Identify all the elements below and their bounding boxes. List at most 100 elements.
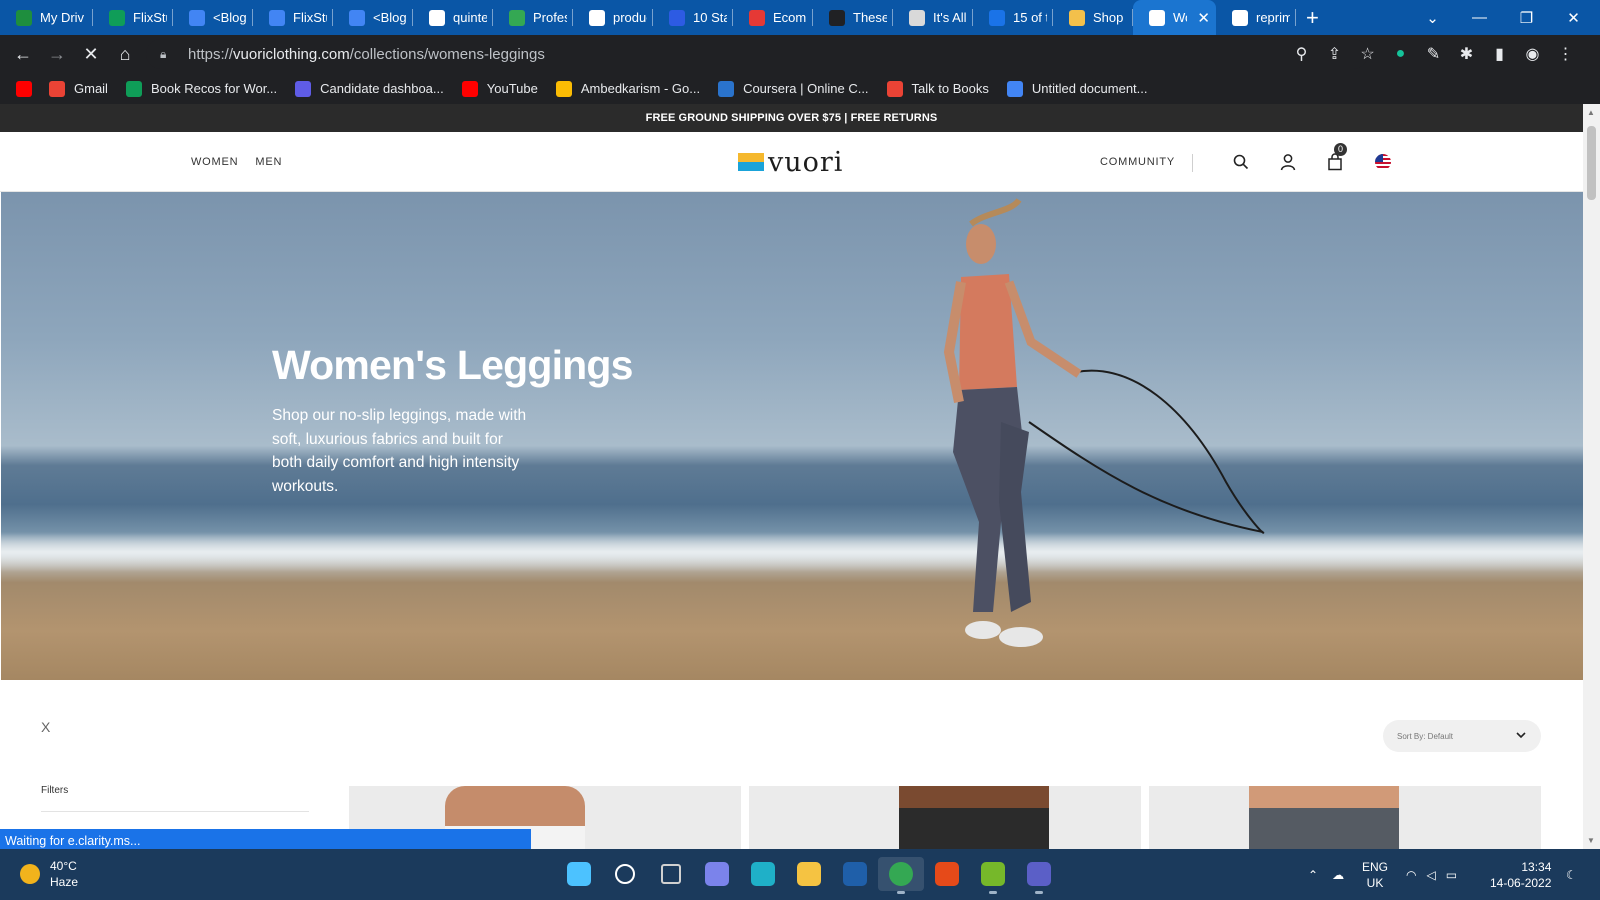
scroll-down-icon[interactable]: ▼ <box>1587 836 1595 845</box>
tab-title: FlixStuc <box>133 10 167 25</box>
browser-tab[interactable]: <Blog> <box>173 0 253 35</box>
page-scrollbar[interactable]: ▲ ▼ <box>1583 104 1600 849</box>
browser-tab[interactable]: It's All <box>893 0 973 35</box>
notifications-icon[interactable]: ☾ <box>1566 849 1577 900</box>
search-icon[interactable] <box>1231 152 1251 172</box>
account-icon[interactable] <box>1278 152 1298 172</box>
taskbar-app[interactable] <box>648 857 694 891</box>
taskbar-app[interactable] <box>1016 857 1062 894</box>
new-tab-button[interactable]: + <box>1306 5 1319 31</box>
page-title: Women's Leggings <box>272 342 633 388</box>
product-card[interactable] <box>1149 786 1541 849</box>
bookmark-item[interactable]: YouTube <box>461 80 538 97</box>
home-button[interactable]: ⌂ <box>108 44 142 65</box>
pen-extension-icon[interactable]: ✎ <box>1417 44 1450 64</box>
input-language[interactable]: ENG UK <box>1362 859 1388 891</box>
volume-icon[interactable]: ◁ <box>1426 868 1435 882</box>
browser-tab[interactable]: Shop V <box>1053 0 1133 35</box>
bookmark-item[interactable]: Talk to Books <box>886 80 989 97</box>
browser-tab[interactable]: Wo ✕ <box>1133 0 1216 35</box>
google-drive-icon <box>16 9 32 26</box>
taskbar-app[interactable] <box>694 857 740 891</box>
browser-tab[interactable]: produc <box>573 0 653 35</box>
bookmark-item[interactable]: Coursera | Online C... <box>718 80 869 97</box>
taskbar-app[interactable] <box>878 857 924 894</box>
bookmark-label: Candidate dashboa... <box>320 81 444 96</box>
site-header: WOMEN MEN vuori COMMUNITY 0 <box>0 132 1583 192</box>
zoom-icon[interactable]: ⚲ <box>1285 44 1318 64</box>
bookmark-star-icon[interactable]: ☆ <box>1351 44 1384 64</box>
taskbar-app[interactable] <box>602 857 648 891</box>
taskbar-app[interactable] <box>740 857 786 891</box>
restore-button[interactable]: ❐ <box>1503 9 1550 27</box>
browser-tab[interactable]: My Driv <box>0 0 93 35</box>
tab-title: FlixStuc <box>293 10 327 25</box>
search-icon <box>615 864 635 884</box>
tab-title: These <box>853 10 887 25</box>
bookmark-item[interactable] <box>16 80 41 97</box>
browser-tab[interactable]: 10 Stati <box>653 0 733 35</box>
logo-mark-icon <box>738 153 764 171</box>
taskbar-app[interactable] <box>924 857 970 891</box>
address-bar[interactable]: 🔒︎ https://vuoriclothing.com/collections… <box>146 39 1368 69</box>
sort-dropdown[interactable]: Sort By: Default <box>1383 720 1541 752</box>
taskbar-app[interactable] <box>832 857 878 891</box>
bookmark-item[interactable]: Ambedkarism - Go... <box>555 80 700 97</box>
battery-icon[interactable]: ▭ <box>1446 868 1457 882</box>
scroll-up-icon[interactable]: ▲ <box>1587 108 1595 117</box>
bookmark-item[interactable]: Book Recos for Wor... <box>125 80 277 97</box>
product-card[interactable] <box>749 786 1141 849</box>
cloud-icon <box>989 9 1005 26</box>
wifi-icon[interactable]: ◠ <box>1406 868 1416 882</box>
browser-tab[interactable]: <Blog> <box>333 0 413 35</box>
taskbar-app[interactable] <box>556 857 602 891</box>
browser-tab[interactable]: 15 of th <box>973 0 1053 35</box>
us-flag-icon[interactable] <box>1373 152 1393 172</box>
google-drive-icon <box>555 80 572 97</box>
community-link[interactable]: COMMUNITY <box>1100 132 1175 192</box>
browser-tab[interactable]: quintes <box>413 0 493 35</box>
side-panel-icon[interactable]: ▮ <box>1483 44 1516 64</box>
stop-loading-button[interactable]: ✕ <box>74 44 108 65</box>
share-icon[interactable]: ⇪ <box>1318 44 1351 64</box>
browser-tab[interactable]: These <box>813 0 893 35</box>
browser-tab[interactable]: FlixStuc <box>253 0 333 35</box>
promo-banner: FREE GROUND SHIPPING OVER $75 | FREE RET… <box>0 104 1583 132</box>
browser-tab[interactable]: Profess <box>493 0 573 35</box>
close-tab-icon[interactable]: ✕ <box>1197 9 1210 27</box>
bookmark-item[interactable]: Gmail <box>49 80 108 97</box>
profile-avatar[interactable]: ◉ <box>1516 44 1549 64</box>
candidate-icon <box>295 80 312 97</box>
browser-tab[interactable]: Ecomm <box>733 0 813 35</box>
vuori-logo[interactable]: vuori <box>738 146 843 178</box>
back-button[interactable]: ← <box>6 44 40 65</box>
tab-search-icon[interactable]: ⌄ <box>1409 9 1456 27</box>
system-tray: ⌃ ☁ <box>1308 849 1358 900</box>
bookmark-item[interactable]: Candidate dashboa... <box>295 80 444 97</box>
onedrive-cloud-icon[interactable]: ☁ <box>1332 868 1344 882</box>
taskbar-app[interactable] <box>786 857 832 891</box>
close-window-button[interactable]: ✕ <box>1550 9 1597 27</box>
loading-status: Waiting for e.clarity.ms... <box>0 829 531 849</box>
menu-kebab-icon[interactable]: ⋮ <box>1549 44 1582 64</box>
forward-button[interactable]: → <box>40 44 74 65</box>
dashed-frame-icon <box>749 9 765 26</box>
bookmark-item[interactable]: Untitled document... <box>1006 80 1148 97</box>
taskbar-clock[interactable]: 13:34 14-06-2022 <box>1490 859 1551 891</box>
extensions-puzzle-icon[interactable]: ✱ <box>1450 44 1483 64</box>
nav-women-link[interactable]: WOMEN <box>191 156 238 168</box>
window-controls: ⌄ — ❐ ✕ <box>1409 0 1597 35</box>
weather-temperature: 40°C <box>50 859 77 873</box>
taskbar-app[interactable] <box>970 857 1016 894</box>
close-filters-button[interactable]: X <box>41 719 50 735</box>
browser-tab[interactable]: reprim <box>1216 0 1296 35</box>
nav-men-link[interactable]: MEN <box>255 156 282 168</box>
lock-icon[interactable]: 🔒︎ <box>160 47 174 62</box>
p-logo-icon <box>669 9 685 26</box>
scrollbar-thumb[interactable] <box>1587 126 1596 200</box>
grammarly-icon[interactable]: ● <box>1384 45 1417 63</box>
weather-widget[interactable]: 40°C Haze <box>20 858 78 890</box>
browser-tab[interactable]: FlixStuc <box>93 0 173 35</box>
show-hidden-icons-icon[interactable]: ⌃ <box>1308 868 1318 882</box>
minimize-button[interactable]: — <box>1456 9 1503 26</box>
